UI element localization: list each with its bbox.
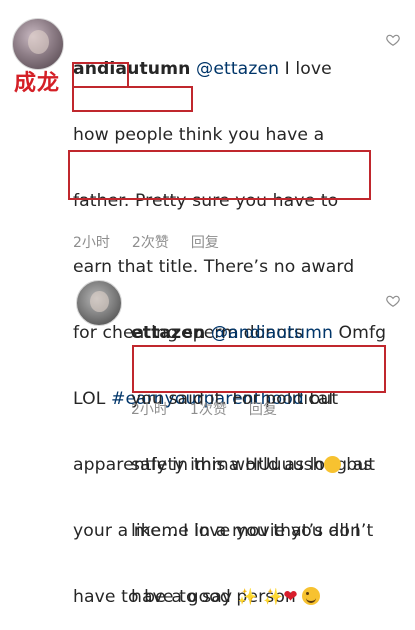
sparkles-emoji: ✨ (237, 587, 258, 606)
comment-1-line-1: I love (279, 59, 332, 79)
comment-2-body: ettazen @andiautumn Omfg you said it. Fo… (131, 278, 386, 630)
comment-2-line-5: have to say (131, 587, 233, 607)
comment-1-time: 2小时 (73, 235, 110, 251)
comment-1-mention[interactable]: @ettazen (196, 59, 279, 79)
heart-outline-icon[interactable] (386, 294, 400, 308)
comment-2-line-1: Omfg (332, 323, 387, 343)
avatar-ettazen[interactable] (76, 280, 122, 326)
highlight-box-earn-title (72, 86, 193, 112)
comment-2-line-3-suffix: but (340, 455, 376, 475)
comment-1-line-2: how people think you have a (73, 125, 325, 145)
highlight-box-father (72, 62, 129, 88)
comment-2-likes[interactable]: 1次赞 (190, 402, 227, 418)
comment-2-username[interactable]: ettazen (131, 323, 205, 343)
comment-1-line-4: earn that title. There’s no award (73, 257, 355, 277)
comment-1-line-6-prefix: LOL (73, 389, 111, 409)
comment-2-mention[interactable]: @andiautumn (211, 323, 333, 343)
sparkles-emoji: ✨ (263, 587, 284, 606)
highlight-box-meme (68, 150, 371, 200)
annotation-label: 成龙 (14, 71, 61, 96)
laughing-emoji (323, 456, 341, 473)
comment-2-reply-button[interactable]: 回复 (249, 402, 277, 418)
red-heart-emoji: ❤ (283, 587, 298, 607)
comment-2-meta: 2小时 1次赞 回复 (131, 399, 299, 419)
comment-2-line-3: safety imma HUuuush (131, 455, 324, 475)
comment-1-meta: 2小时 2次赞 回复 (73, 232, 241, 252)
comment-1-likes[interactable]: 2次赞 (132, 235, 169, 251)
highlight-box-love (132, 345, 386, 393)
comment-1-reply-button[interactable]: 回复 (191, 235, 219, 251)
heart-outline-icon[interactable] (386, 33, 400, 47)
comment-2-time: 2小时 (131, 402, 168, 418)
comment-2-line-4: like... I love you that’s all I (131, 521, 360, 541)
avatar-andiautumn[interactable] (12, 18, 64, 70)
